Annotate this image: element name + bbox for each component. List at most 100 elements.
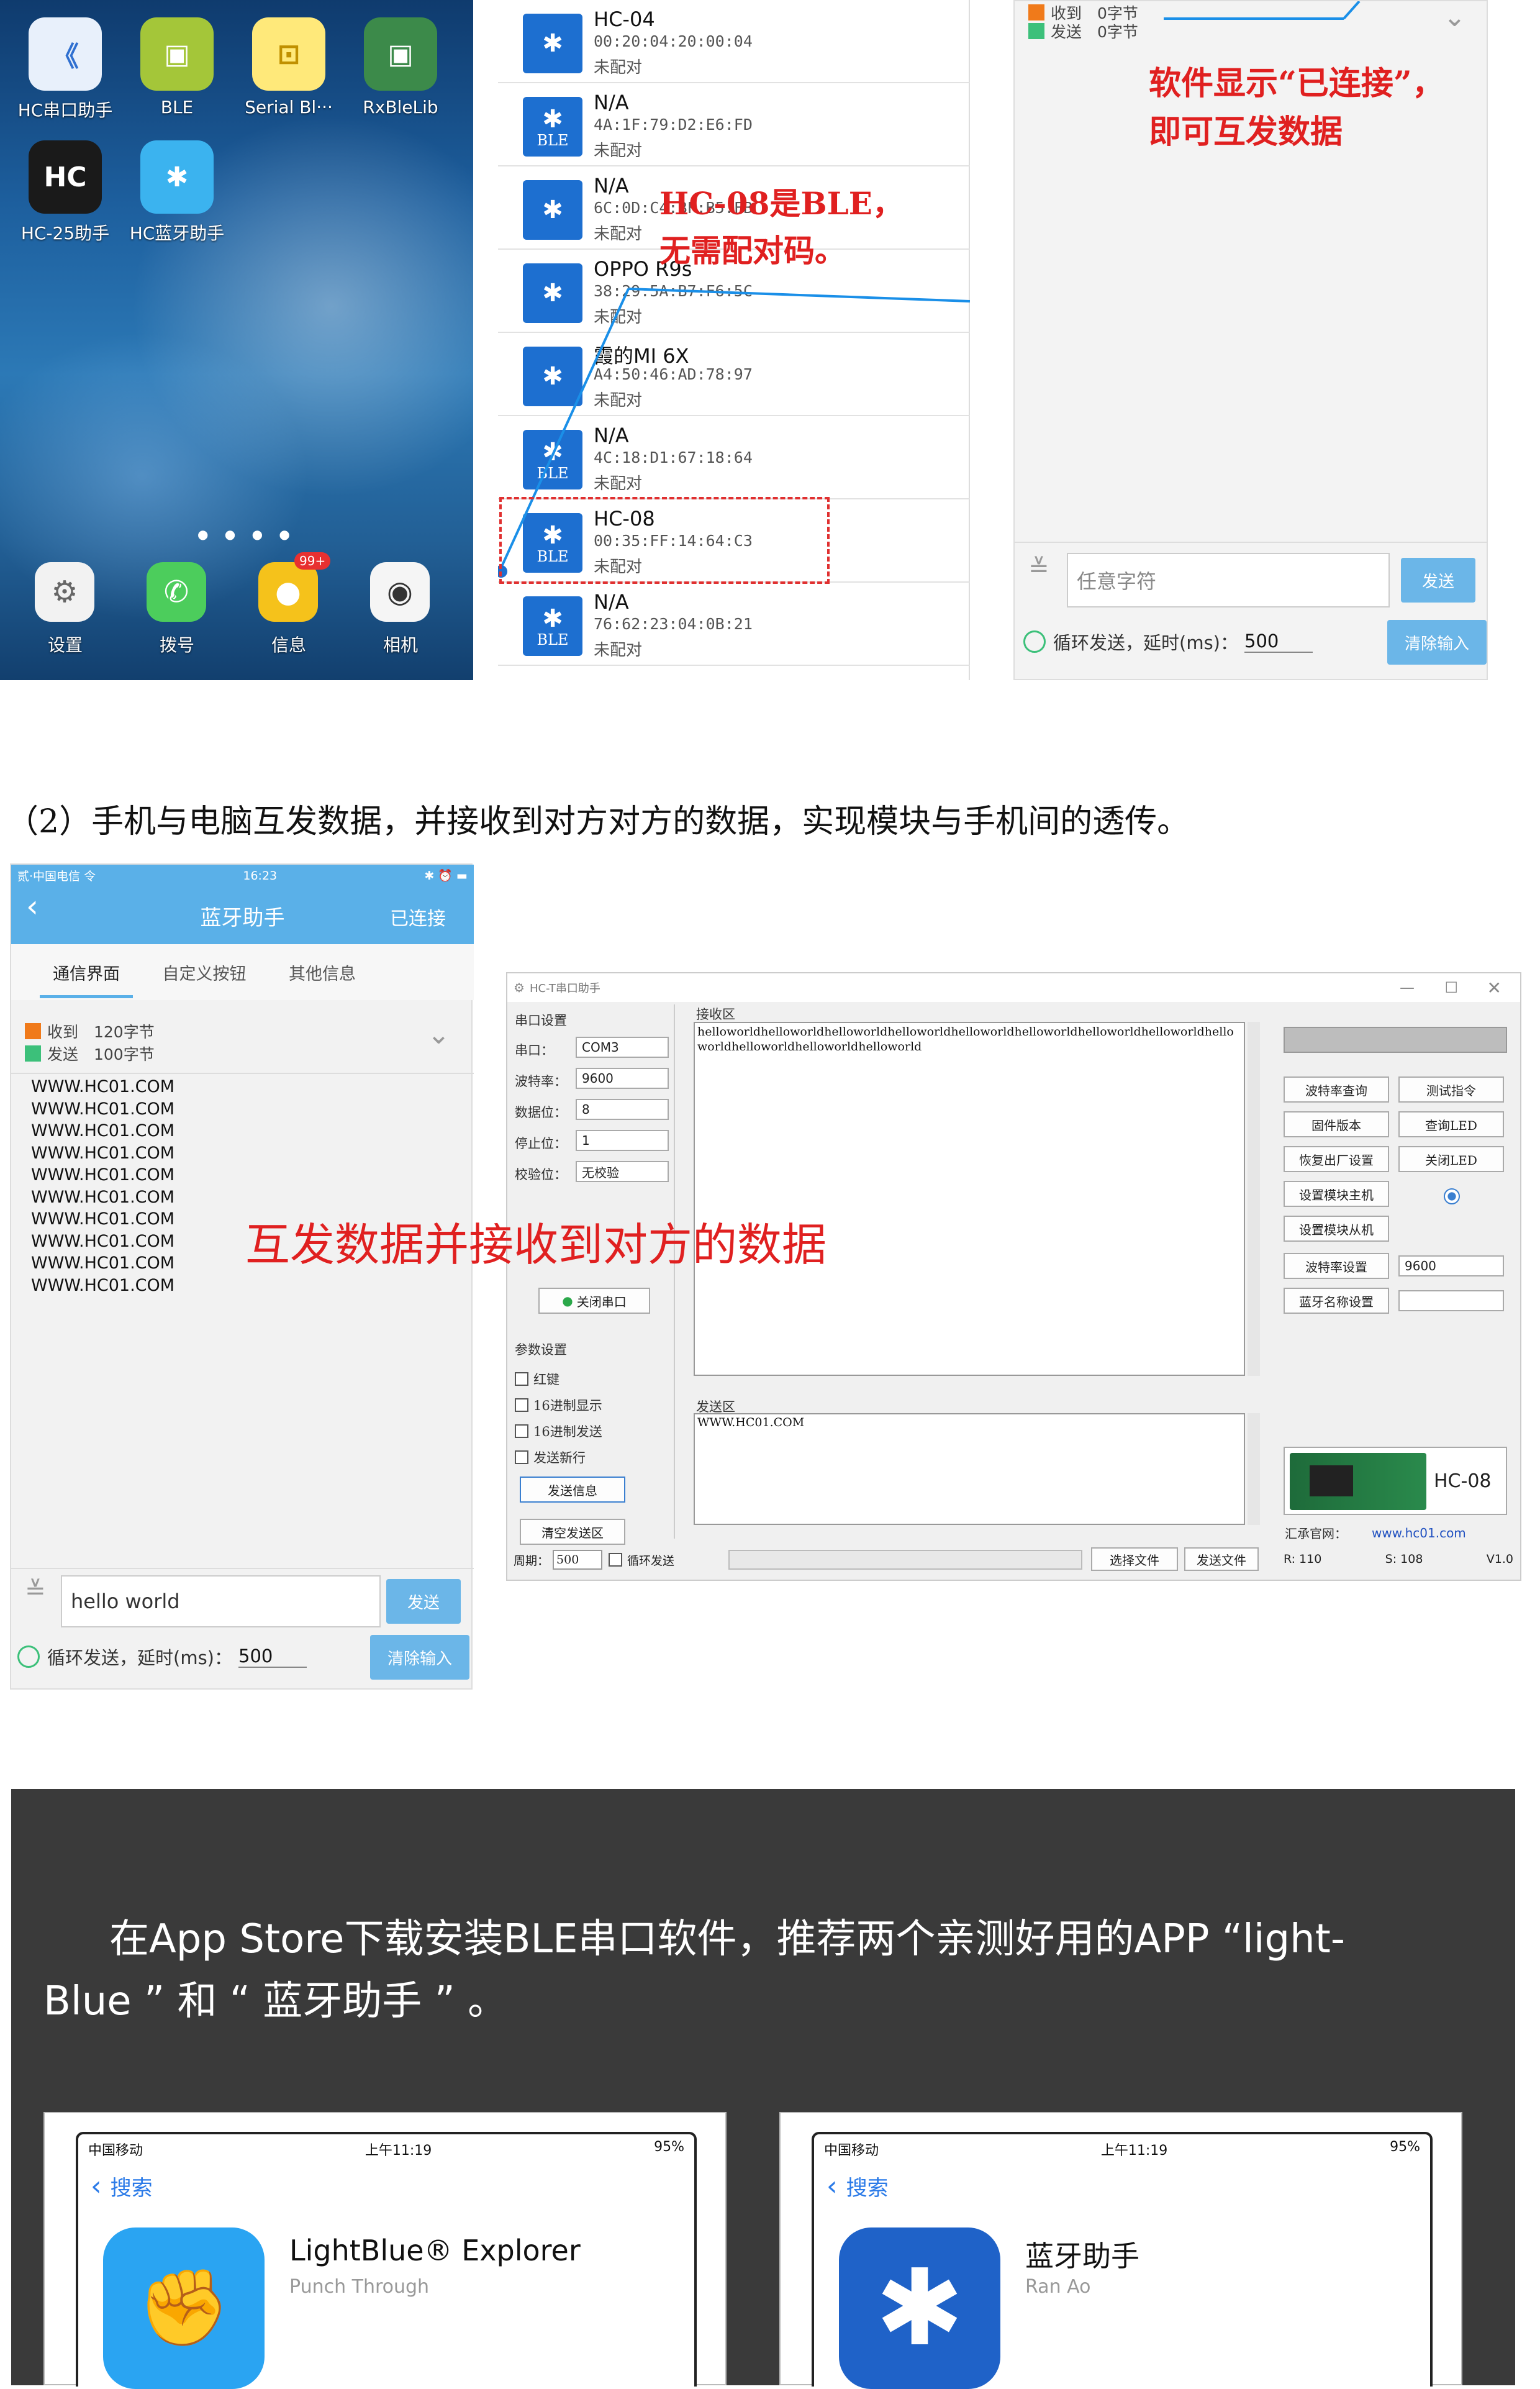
close-port-button[interactable]: ● 关闭串口 <box>538 1288 650 1314</box>
hc25-icon[interactable]: HC <box>29 140 102 214</box>
period-input[interactable]: 500 <box>553 1550 603 1570</box>
message-input[interactable]: 任意字符 <box>1067 553 1390 607</box>
stop-bits-label: 停止位： <box>515 1136 567 1151</box>
module-command-button[interactable]: 固件版本 <box>1284 1111 1389 1137</box>
send-count: 发送 0字节 <box>1051 23 1138 41</box>
home-screen: 《 HC串口助手 ▣ BLE ⊡ Serial Bl··· ▣ RxBleLib HC HC-25… <box>0 0 473 680</box>
message-line: WWW.HC01.COM <box>31 1209 175 1229</box>
option-label: 发送新行 <box>533 1450 586 1465</box>
connected-callout-line1: 软件显示“已连接”， <box>1149 65 1444 102</box>
serial-bluetooth-icon[interactable]: ⊡ <box>252 17 325 91</box>
name-input[interactable] <box>1398 1290 1504 1311</box>
maximize-button[interactable]: ☐ <box>1444 979 1458 996</box>
baud-set-select[interactable]: 9600 <box>1398 1255 1504 1276</box>
recv-count: 收到 120字节 <box>47 1023 155 1041</box>
baud-select[interactable]: 9600 <box>576 1068 669 1089</box>
loop-send-radio[interactable] <box>17 1645 40 1668</box>
connection-status: 已连接 <box>390 908 446 930</box>
name-set-button[interactable]: 蓝牙名称设置 <box>1284 1288 1389 1314</box>
module-command-button[interactable]: 设置模块主机 <box>1284 1181 1389 1207</box>
hc-serial-icon[interactable]: 《 <box>29 17 102 91</box>
back-search-link[interactable]: ‹ 搜索 <box>827 2170 889 2202</box>
module-command-button[interactable]: 测试指令 <box>1398 1076 1504 1103</box>
app-label: HC蓝牙助手 <box>129 223 225 243</box>
minimize-button[interactable]: — <box>1400 979 1415 996</box>
option-checkbox[interactable] <box>515 1372 528 1386</box>
chevron-down-icon[interactable]: ⌄ <box>427 1019 450 1050</box>
ble-callout-line1: HC-08是BLE， <box>659 185 904 222</box>
port-select[interactable]: COM3 <box>576 1037 669 1058</box>
back-search-link[interactable]: ‹ 搜索 <box>91 2170 153 2202</box>
page-indicator: ● ● ● ● <box>197 527 296 542</box>
loop-send-radio[interactable] <box>1023 630 1046 653</box>
select-file-button[interactable]: 选择文件 <box>1091 1547 1178 1571</box>
settings-icon[interactable]: ⚙ <box>35 562 94 622</box>
collapse-icon[interactable]: ≚ <box>25 1577 46 1605</box>
loop-send-label: 循环发送 <box>627 1554 675 1568</box>
app-name: 蓝牙助手 <box>1025 2239 1139 2273</box>
send-counter: S: 108 <box>1385 1552 1423 1566</box>
ble-callout-line2: 无需配对码。 <box>659 232 846 269</box>
status-bar <box>1284 1027 1507 1053</box>
master-radio[interactable] <box>1444 1188 1460 1204</box>
loop-send-label: 循环发送，延时(ms)： <box>1053 632 1238 653</box>
message-line: WWW.HC01.COM <box>31 1275 175 1295</box>
baud-label: 波特率： <box>515 1074 567 1089</box>
lightblue-fist-icon: ✊ <box>103 2227 265 2389</box>
android-ble-icon[interactable]: ▣ <box>140 17 214 91</box>
period-label: 周期： <box>514 1554 550 1568</box>
parity-select[interactable]: 无校验 <box>576 1161 669 1182</box>
baud-set-button[interactable]: 波特率设置 <box>1284 1253 1389 1279</box>
messages-icon[interactable]: ● <box>258 562 318 622</box>
module-command-button[interactable]: 查询LED <box>1398 1111 1504 1137</box>
module-command-button[interactable]: 恢复出厂设置 <box>1284 1146 1389 1172</box>
section2-caption: （2）手机与电脑互发数据，并接收到对方对方的数据，实现模块与手机间的透传。 <box>6 803 1190 840</box>
tab-2[interactable]: 其他信息 <box>263 960 381 985</box>
send-file-button[interactable]: 发送文件 <box>1184 1547 1259 1571</box>
instruction-line2: Blue ” 和 “ 蓝牙助手 ” 。 <box>43 1978 508 2024</box>
message-line: WWW.HC01.COM <box>31 1143 175 1163</box>
tab-0[interactable]: 通信界面 <box>27 960 145 985</box>
phone-icon[interactable]: ✆ <box>147 562 206 622</box>
module-command-button[interactable]: 设置模块从机 <box>1284 1216 1389 1242</box>
site-link[interactable]: www.hc01.com <box>1372 1526 1466 1540</box>
option-checkbox[interactable] <box>515 1398 528 1412</box>
tab-1[interactable]: 自定义按钮 <box>145 960 263 985</box>
message-input[interactable]: hello world <box>61 1575 381 1627</box>
hc-bluetooth-icon[interactable]: ✱ <box>140 140 214 214</box>
recv-area[interactable]: helloworldhelloworldhelloworldhelloworld… <box>694 1022 1245 1376</box>
status-time: 上午11:19 <box>365 2143 432 2159</box>
data-bits-select[interactable]: 8 <box>576 1099 669 1120</box>
send-button[interactable]: 发送 <box>1401 558 1475 603</box>
clear-input-button[interactable]: 清除输入 <box>370 1635 469 1680</box>
collapse-icon[interactable]: ≚ <box>1028 554 1049 583</box>
recv-counter: R: 110 <box>1284 1552 1322 1566</box>
close-button[interactable]: ✕ <box>1487 978 1502 998</box>
app-logo-icon: ⚙ <box>514 980 525 995</box>
option-checkbox[interactable] <box>515 1424 528 1438</box>
loop-send-checkbox[interactable] <box>609 1553 623 1567</box>
module-command-button[interactable]: 波特率查询 <box>1284 1076 1389 1103</box>
send-button[interactable]: 发送 <box>386 1579 461 1624</box>
clear-input-button[interactable]: 清除输入 <box>1387 620 1487 665</box>
camera-icon[interactable]: ◉ <box>370 562 430 622</box>
phone-frame: 中国移动 上午11:19 95% ‹ 搜索 ✱ 蓝牙助手 Ran Ao <box>812 2132 1433 2389</box>
stop-bits-select[interactable]: 1 <box>576 1130 669 1151</box>
option-checkbox[interactable] <box>515 1450 528 1464</box>
recv-scrollbar[interactable] <box>1248 1022 1260 1376</box>
app-store-card: 中国移动 上午11:19 95% ‹ 搜索 ✊ LightBlue® Explorer Pu… <box>43 2112 727 2389</box>
android-rxblelib-icon[interactable]: ▣ <box>364 17 437 91</box>
chevron-down-icon[interactable]: ⌄ <box>1443 1 1466 33</box>
clear-send-button[interactable]: 清空发送区 <box>520 1519 625 1545</box>
delay-input[interactable]: 500 <box>238 1645 307 1668</box>
app-developer: Punch Through <box>289 2276 430 2298</box>
version: V1.0 <box>1486 1552 1513 1566</box>
send-area[interactable]: WWW.HC01.COM <box>694 1413 1245 1525</box>
send-info-button[interactable]: 发送信息 <box>520 1477 625 1503</box>
app-label: HC串口助手 <box>17 100 113 121</box>
module-command-button[interactable]: 关闭LED <box>1398 1146 1504 1172</box>
app-store-card: 中国移动 上午11:19 95% ‹ 搜索 ✱ 蓝牙助手 Ran Ao <box>779 2112 1462 2389</box>
instruction-line1: 在App Store下载安装BLE串口软件，推荐两个亲测好用的APP “ligh… <box>109 1916 1345 1962</box>
delay-input[interactable]: 500 <box>1244 630 1313 653</box>
overlay-callout: 互发数据并接收到对方的数据 <box>245 1219 827 1271</box>
